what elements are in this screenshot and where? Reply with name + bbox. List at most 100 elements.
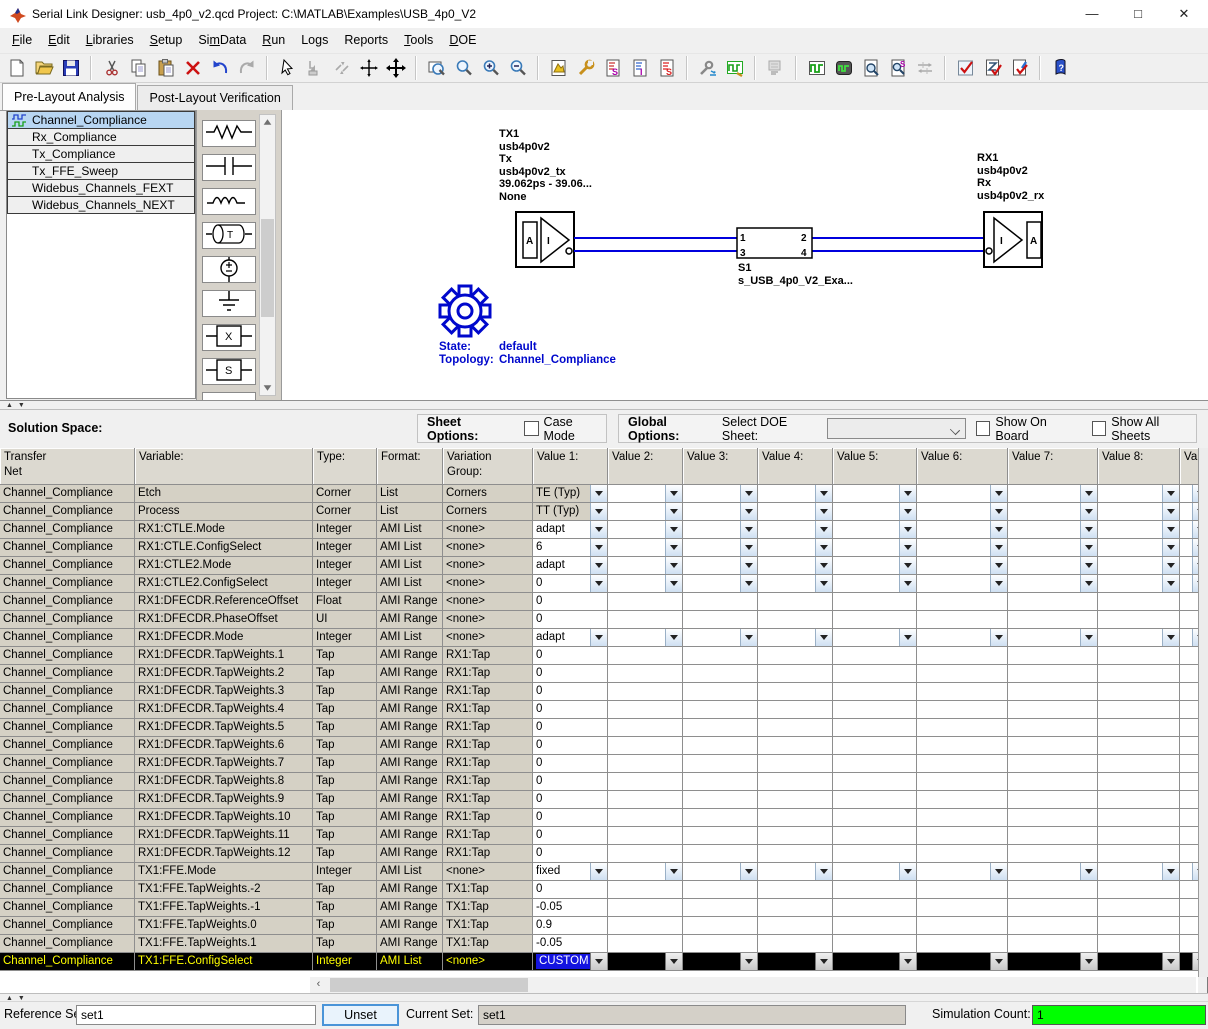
sheet-item-tx_compliance[interactable]: Tx_Compliance	[7, 145, 195, 163]
sheet-item-rx_compliance[interactable]: Rx_Compliance	[7, 128, 195, 146]
view-report-button[interactable]	[859, 56, 883, 80]
value-combo[interactable]	[1008, 485, 1098, 503]
value-cell[interactable]	[608, 917, 683, 935]
value-cell[interactable]	[608, 611, 683, 629]
column-header[interactable]: Value 5:	[833, 448, 917, 485]
value-cell[interactable]: 0	[533, 719, 608, 737]
value-combo[interactable]: adapt	[533, 557, 608, 575]
new-file-button[interactable]	[5, 56, 29, 80]
move-button[interactable]	[384, 56, 408, 80]
dropdown-button[interactable]	[665, 503, 682, 520]
minimize-button[interactable]: —	[1069, 0, 1115, 28]
table-row[interactable]: Channel_ComplianceRX1:DFECDR.TapWeights.…	[0, 701, 1198, 719]
value-cell[interactable]	[1008, 719, 1098, 737]
value-cell[interactable]	[833, 935, 917, 953]
value-combo[interactable]	[1098, 953, 1180, 971]
dropdown-button[interactable]	[1162, 863, 1179, 880]
value-cell[interactable]	[1008, 935, 1098, 953]
dropdown-button[interactable]	[899, 521, 916, 538]
value-cell[interactable]: -0.05	[533, 935, 608, 953]
value-cell[interactable]	[1180, 935, 1198, 953]
cut-button[interactable]	[100, 56, 124, 80]
value-cell[interactable]	[758, 647, 833, 665]
value-cell[interactable]	[683, 845, 758, 863]
palette-scroll-thumb[interactable]	[261, 219, 274, 317]
dropdown-button[interactable]	[740, 575, 757, 592]
value-cell[interactable]	[917, 737, 1008, 755]
value-cell[interactable]	[833, 701, 917, 719]
value-cell[interactable]	[1008, 827, 1098, 845]
table-row[interactable]: Channel_ComplianceRX1:CTLE2.ConfigSelect…	[0, 575, 1198, 593]
value-cell[interactable]	[608, 935, 683, 953]
dropdown-button[interactable]	[590, 953, 607, 970]
dropdown-button[interactable]	[740, 863, 757, 880]
ibis-doc-button[interactable]: I	[628, 56, 652, 80]
value-combo[interactable]	[1180, 575, 1198, 593]
dropdown-button[interactable]	[1080, 521, 1097, 538]
value-cell[interactable]	[1098, 719, 1180, 737]
value-cell[interactable]	[1008, 899, 1098, 917]
value-cell[interactable]	[1180, 665, 1198, 683]
value-combo[interactable]	[917, 575, 1008, 593]
value-cell[interactable]	[758, 827, 833, 845]
dropdown-button[interactable]	[1080, 557, 1097, 574]
value-cell[interactable]	[1008, 773, 1098, 791]
value-combo[interactable]	[1008, 503, 1098, 521]
value-cell[interactable]	[683, 755, 758, 773]
value-combo[interactable]	[683, 521, 758, 539]
value-combo[interactable]	[917, 503, 1008, 521]
value-cell[interactable]	[683, 719, 758, 737]
value-cell[interactable]	[1098, 593, 1180, 611]
value-combo[interactable]	[1098, 521, 1180, 539]
palette-ground[interactable]	[202, 290, 256, 317]
value-cell[interactable]: 0.9	[533, 917, 608, 935]
value-cell[interactable]	[758, 773, 833, 791]
dropdown-button[interactable]	[590, 629, 607, 646]
value-cell[interactable]: 0	[533, 701, 608, 719]
value-cell[interactable]	[1008, 791, 1098, 809]
value-combo[interactable]	[833, 575, 917, 593]
value-combo[interactable]	[833, 953, 917, 971]
value-cell[interactable]	[683, 809, 758, 827]
value-combo[interactable]	[683, 863, 758, 881]
value-cell[interactable]	[917, 611, 1008, 629]
table-row[interactable]: Channel_ComplianceRX1:DFECDR.PhaseOffset…	[0, 611, 1198, 629]
table-row[interactable]: Channel_ComplianceRX1:DFECDR.TapWeights.…	[0, 647, 1198, 665]
value-combo[interactable]	[683, 629, 758, 647]
value-cell[interactable]	[608, 647, 683, 665]
value-cell[interactable]	[1098, 647, 1180, 665]
dropdown-button[interactable]	[1162, 539, 1179, 556]
dropdown-button[interactable]	[665, 539, 682, 556]
validate-doc-button[interactable]	[981, 56, 1005, 80]
delete-button[interactable]	[181, 56, 205, 80]
value-cell[interactable]: 0	[533, 683, 608, 701]
value-combo[interactable]	[608, 539, 683, 557]
table-row[interactable]: Channel_ComplianceTX1:FFE.TapWeights.-2T…	[0, 881, 1198, 899]
table-row[interactable]: Channel_ComplianceRX1:DFECDR.TapWeights.…	[0, 683, 1198, 701]
waveform-button[interactable]	[805, 56, 829, 80]
value-cell[interactable]	[1180, 719, 1198, 737]
edit-sheet-button[interactable]	[547, 56, 571, 80]
value-cell[interactable]	[917, 755, 1008, 773]
dropdown-button[interactable]	[899, 953, 916, 970]
table-row[interactable]: Channel_ComplianceRX1:DFECDR.TapWeights.…	[0, 827, 1198, 845]
value-combo[interactable]	[608, 557, 683, 575]
open-file-button[interactable]	[32, 56, 56, 80]
value-cell[interactable]	[608, 791, 683, 809]
menu-edit[interactable]: Edit	[40, 30, 78, 51]
column-header[interactable]: Valu	[1180, 448, 1198, 485]
value-cell[interactable]	[917, 899, 1008, 917]
value-combo[interactable]	[1180, 503, 1198, 521]
value-combo[interactable]	[758, 575, 833, 593]
connect-mode-button[interactable]	[330, 56, 354, 80]
value-combo[interactable]	[683, 557, 758, 575]
dropdown-button[interactable]	[990, 863, 1007, 880]
edit-validate-doc-button[interactable]	[1008, 56, 1032, 80]
value-combo[interactable]: TT (Typ)	[533, 503, 608, 521]
dropdown-button[interactable]	[665, 629, 682, 646]
value-cell[interactable]: 0	[533, 881, 608, 899]
value-combo[interactable]	[1008, 539, 1098, 557]
value-cell[interactable]: 0	[533, 809, 608, 827]
table-row[interactable]: Channel_ComplianceRX1:DFECDR.TapWeights.…	[0, 845, 1198, 863]
value-cell[interactable]	[758, 755, 833, 773]
